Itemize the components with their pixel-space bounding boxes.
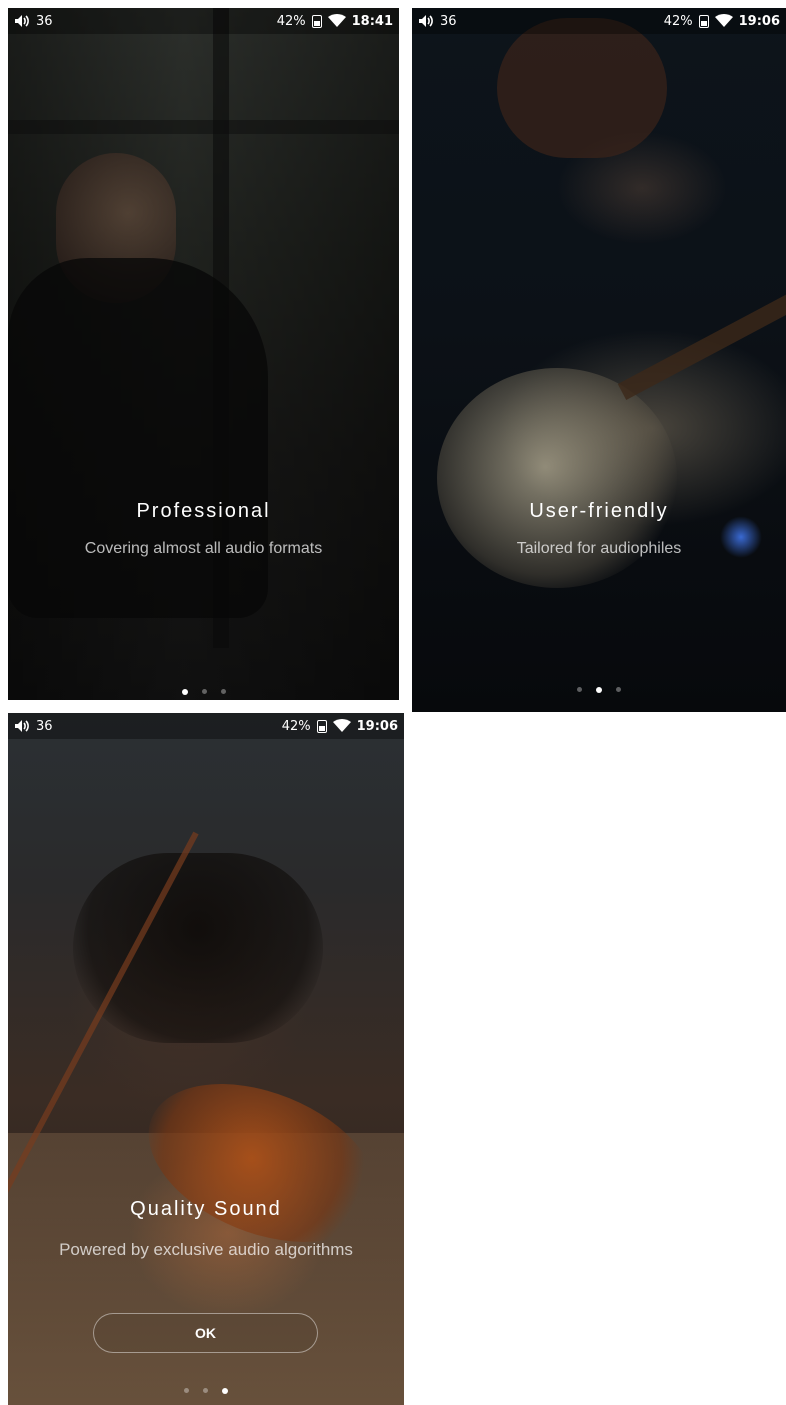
page-indicator — [8, 1388, 404, 1394]
onboarding-screen-quality-sound[interactable]: 36 42% 19:06 Quality Sound Powered by ex… — [8, 713, 404, 1405]
page-dot-1[interactable] — [577, 687, 582, 692]
battery-icon — [316, 719, 327, 733]
screen-subtitle: Tailored for audiophiles — [516, 540, 682, 557]
screen-subtitle: Covering almost all audio formats — [84, 540, 323, 557]
status-right: 42% 19:06 — [664, 14, 780, 29]
volume-icon — [418, 14, 434, 28]
status-bar: 36 42% 18:41 — [8, 8, 399, 34]
status-bar: 36 42% 19:06 — [8, 713, 404, 739]
battery-percent: 42% — [276, 13, 306, 29]
page-dot-3[interactable] — [222, 1388, 228, 1394]
volume-icon — [14, 719, 30, 733]
volume-level: 36 — [440, 13, 457, 29]
screenshot-collage: 36 42% 18:41 Professional Covering almos… — [0, 0, 786, 1405]
background-photo — [412, 8, 786, 712]
ok-button[interactable]: OK — [93, 1313, 318, 1353]
wifi-icon — [327, 14, 346, 28]
status-left: 36 — [14, 14, 53, 29]
battery-percent: 42% — [663, 13, 693, 29]
wifi-icon — [332, 719, 351, 733]
volume-level: 36 — [36, 13, 53, 29]
page-dot-2[interactable] — [596, 687, 602, 693]
status-left: 36 — [14, 719, 53, 734]
status-left: 36 — [418, 14, 457, 29]
volume-icon — [14, 14, 30, 28]
page-dot-1[interactable] — [184, 1388, 189, 1393]
screen-subtitle: Powered by exclusive audio algorithms — [59, 1240, 353, 1259]
page-indicator — [412, 687, 786, 693]
page-dot-1[interactable] — [181, 689, 188, 695]
status-bar: 36 42% 19:06 — [412, 8, 786, 34]
battery-icon — [311, 14, 322, 28]
clock-time: 18:41 — [351, 13, 393, 29]
page-dot-3[interactable] — [220, 689, 226, 694]
page-dot-2[interactable] — [203, 1388, 208, 1393]
page-indicator — [8, 689, 399, 695]
wifi-icon — [714, 14, 733, 28]
screen-title: Professional — [136, 500, 271, 522]
status-right: 42% 19:06 — [282, 719, 398, 734]
battery-percent: 42% — [281, 718, 311, 734]
clock-time: 19:06 — [356, 718, 398, 734]
page-dot-2[interactable] — [201, 689, 207, 694]
page-dot-3[interactable] — [616, 687, 621, 692]
battery-icon — [698, 14, 709, 28]
background-photo — [8, 713, 404, 1405]
volume-level: 36 — [36, 718, 53, 734]
background-photo — [8, 8, 399, 700]
screen-title: User-friendly — [529, 500, 669, 522]
onboarding-screen-user-friendly[interactable]: 36 42% 19:06 User-friendly Tailored for … — [412, 8, 786, 712]
screen-title: Quality Sound — [130, 1198, 282, 1220]
status-right: 42% 18:41 — [277, 14, 393, 29]
clock-time: 19:06 — [738, 13, 780, 29]
onboarding-screen-professional[interactable]: 36 42% 18:41 Professional Covering almos… — [8, 8, 399, 700]
